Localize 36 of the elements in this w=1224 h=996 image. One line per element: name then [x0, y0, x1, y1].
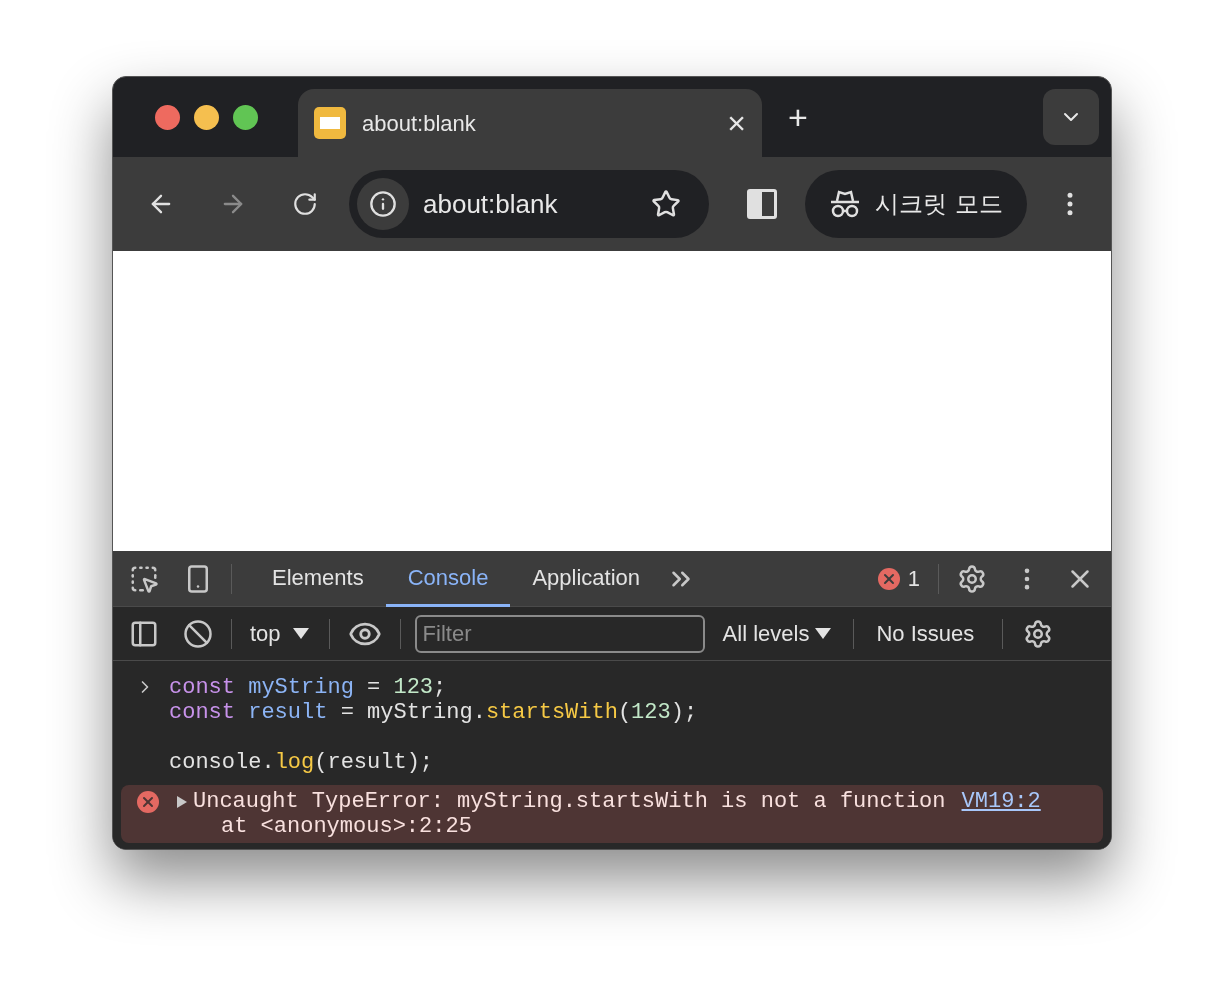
- browser-tab[interactable]: about:blank ×: [298, 89, 762, 157]
- address-text: about:blank: [423, 187, 559, 221]
- error-count[interactable]: 1: [907, 562, 920, 595]
- code-line: const myString = 123;: [169, 675, 448, 700]
- devtools-tab[interactable]: Application: [510, 550, 663, 607]
- code-line: const result = myString.startsWith(123);: [169, 700, 698, 725]
- minimize-window-button[interactable]: [194, 104, 219, 130]
- clear-console-icon[interactable]: [183, 618, 213, 649]
- incognito-icon: [829, 189, 861, 219]
- filter-field[interactable]: Filter: [414, 614, 705, 653]
- levels-dropdown[interactable]: All levels: [722, 617, 832, 650]
- error-icon: [877, 567, 900, 590]
- info-icon[interactable]: [357, 178, 409, 230]
- reload-icon[interactable]: [292, 191, 318, 217]
- side-panel-icon[interactable]: [747, 189, 777, 219]
- tab-title: about:blank: [362, 109, 477, 138]
- expand-triangle-icon[interactable]: [177, 796, 187, 808]
- maximize-window-button[interactable]: [233, 104, 258, 130]
- error-message: Uncaught TypeError: myString.startsWith is not a function: [193, 789, 946, 814]
- settings-icon[interactable]: [957, 563, 987, 594]
- new-tab-button[interactable]: +: [788, 100, 808, 134]
- context-dropdown[interactable]: top: [250, 617, 309, 650]
- address-bar[interactable]: about:blank: [349, 170, 709, 238]
- incognito-chip[interactable]: 시크릿 모드: [805, 170, 1027, 238]
- stack-trace: at <anonymous>:2:25: [221, 814, 473, 839]
- devtools-tab[interactable]: Elements: [250, 550, 386, 607]
- issues-button[interactable]: No Issues: [876, 617, 975, 650]
- code-line: console.log(result);: [169, 750, 435, 775]
- close-tab-button[interactable]: ×: [727, 107, 746, 139]
- bookmark-star-icon[interactable]: [651, 189, 681, 219]
- incognito-label: 시크릿 모드: [875, 189, 1003, 220]
- console-settings-icon[interactable]: [1023, 618, 1054, 649]
- source-link[interactable]: VM19:2: [961, 789, 1041, 814]
- close-window-button[interactable]: [155, 104, 180, 130]
- error-icon: [137, 791, 159, 813]
- page-icon: [314, 107, 346, 139]
